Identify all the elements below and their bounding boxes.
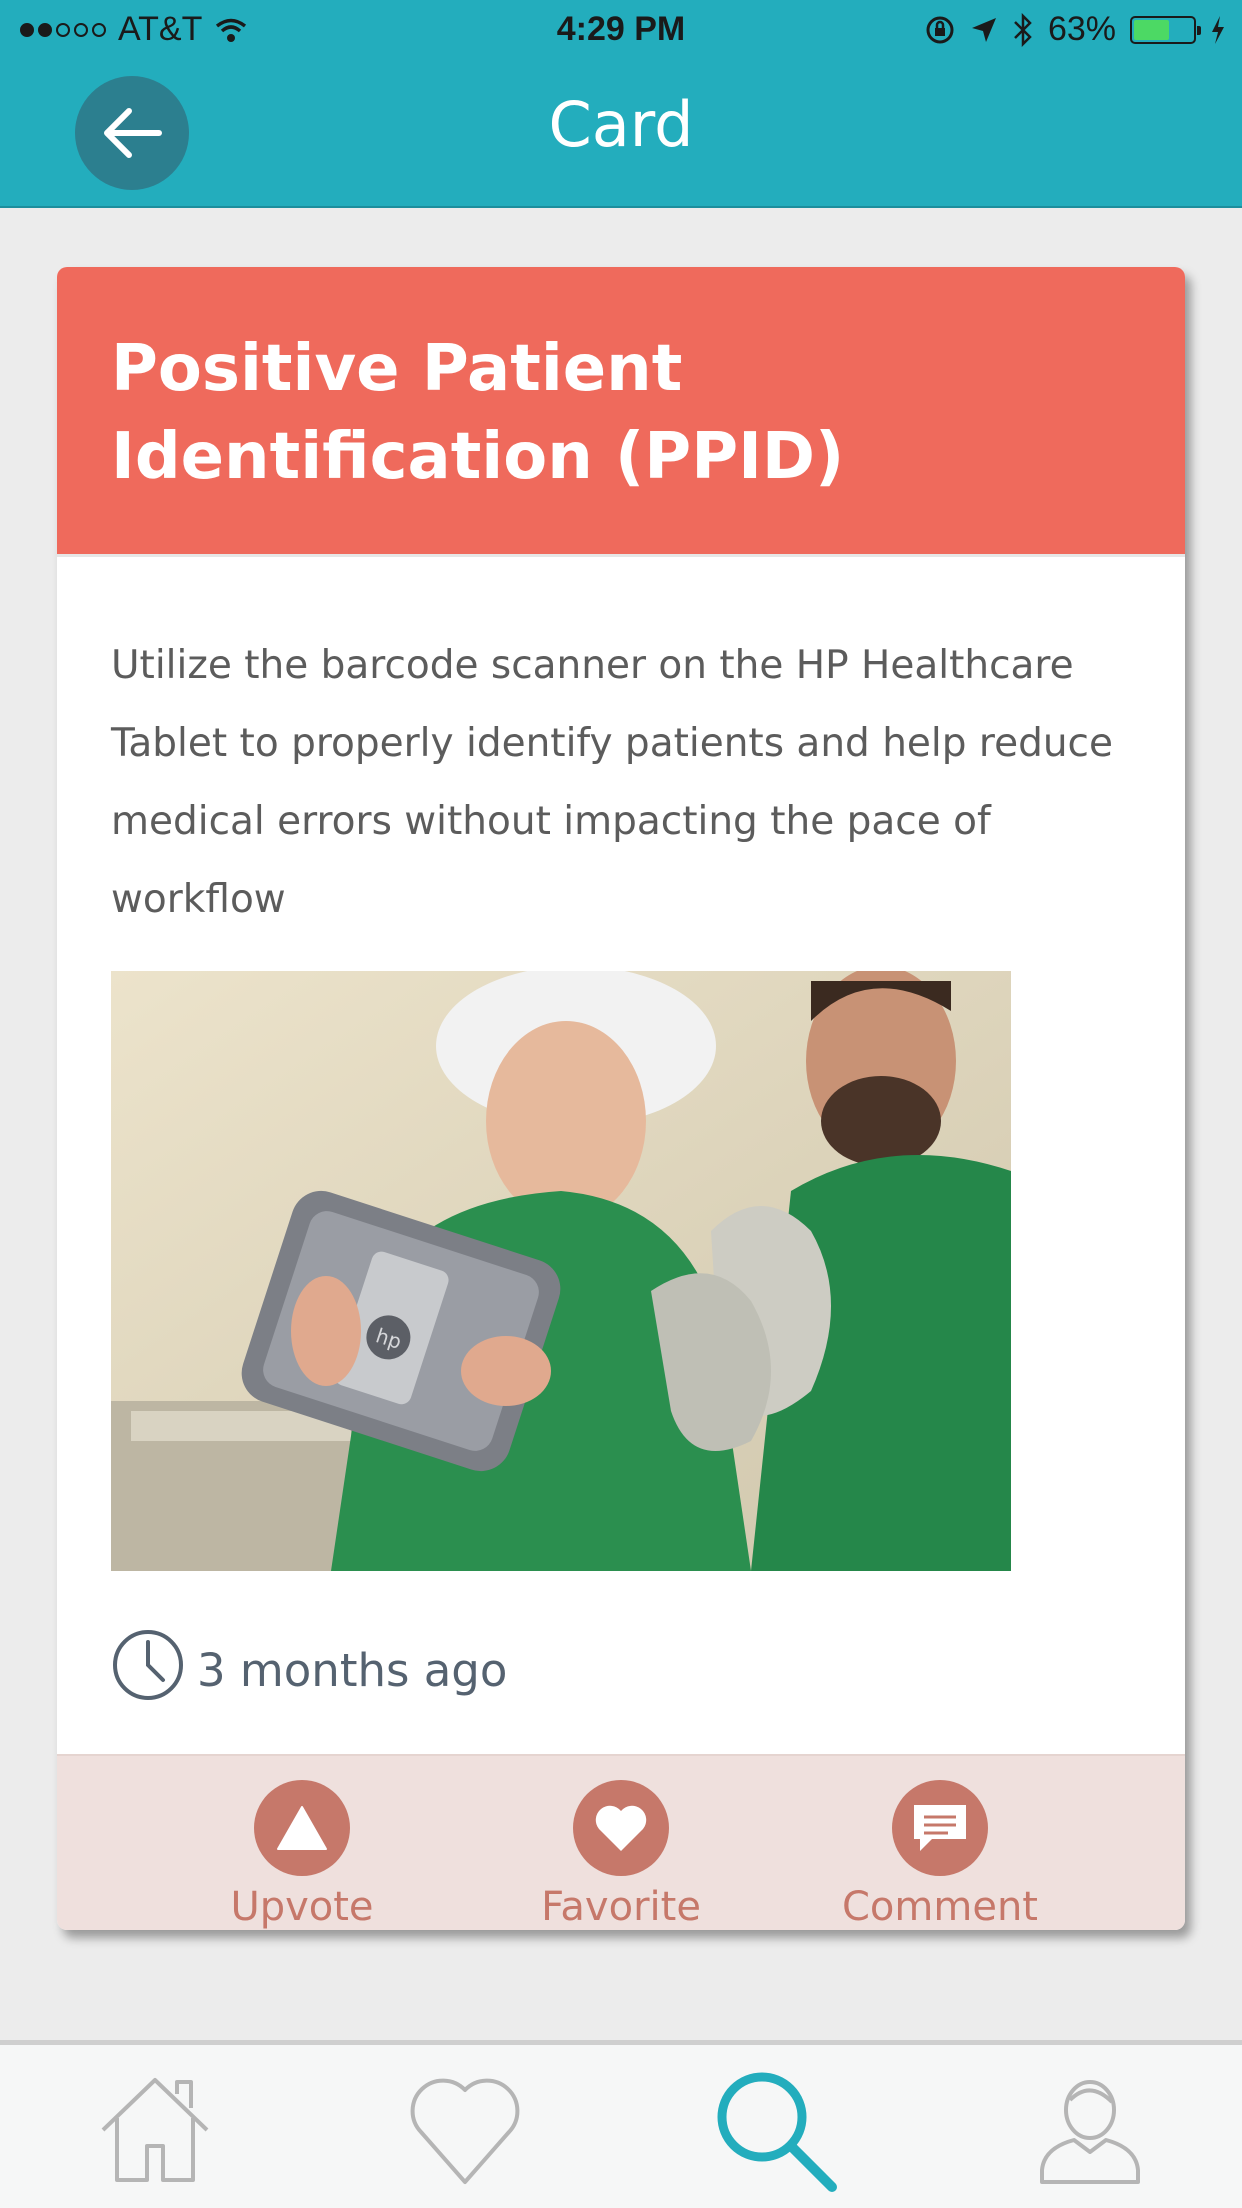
battery-fill (1134, 19, 1170, 40)
status-bar: AT&T 4:29 PM 63% (0, 0, 1242, 60)
tab-favorites[interactable] (400, 2065, 530, 2195)
bottom-tab-bar (0, 2040, 1242, 2208)
battery-icon (1130, 15, 1201, 44)
triangle-up-icon (277, 1806, 327, 1850)
heart-outline-icon (410, 2078, 520, 2184)
tab-search[interactable] (710, 2065, 840, 2195)
page-title: Card (548, 88, 694, 161)
favorite-circle (573, 1780, 669, 1876)
upvote-circle (254, 1780, 350, 1876)
tab-home[interactable] (90, 2065, 220, 2195)
content-card: Positive Patient Identification (PPID) U… (57, 267, 1185, 1930)
card-photo: hp (111, 971, 1011, 1571)
card-actions: Upvote Favorite Comment (57, 1754, 1185, 1930)
card-divider (57, 554, 1185, 557)
profile-icon (1040, 2080, 1140, 2184)
timestamp-text: 3 months ago (197, 1643, 508, 1697)
charging-bolt-icon (1212, 15, 1224, 44)
upvote-button[interactable]: Upvote (182, 1780, 422, 1930)
search-icon (717, 2072, 837, 2192)
favorite-label: Favorite (541, 1884, 701, 1930)
app-screen: AT&T 4:29 PM 63% Card Positive Patient I… (0, 0, 1242, 2208)
heart-icon (595, 1805, 647, 1851)
comment-button[interactable]: Comment (820, 1780, 1060, 1930)
battery-percent: 63% (1047, 10, 1116, 48)
comment-icon (914, 1805, 966, 1851)
card-header: Positive Patient Identification (PPID) (57, 267, 1185, 554)
favorite-button[interactable]: Favorite (501, 1780, 741, 1930)
clock-icon (113, 1630, 183, 1700)
card-title: Positive Patient Identification (PPID) (111, 332, 845, 494)
upvote-label: Upvote (230, 1884, 374, 1930)
home-icon (101, 2078, 209, 2182)
location-arrow-icon (971, 17, 996, 42)
medical-staff-tablet-photo: hp (111, 971, 1011, 1571)
tab-profile[interactable] (1025, 2065, 1155, 2195)
orientation-lock-icon (926, 16, 954, 43)
comment-label: Comment (842, 1884, 1038, 1930)
timestamp-row: 3 months ago (111, 1625, 507, 1705)
card-description: Utilize the barcode scanner on the HP He… (111, 643, 1113, 922)
comment-circle (892, 1780, 988, 1876)
status-bar-right: 63% (924, 10, 1226, 49)
bluetooth-icon (1014, 12, 1032, 47)
app-header: Card (0, 60, 1242, 208)
